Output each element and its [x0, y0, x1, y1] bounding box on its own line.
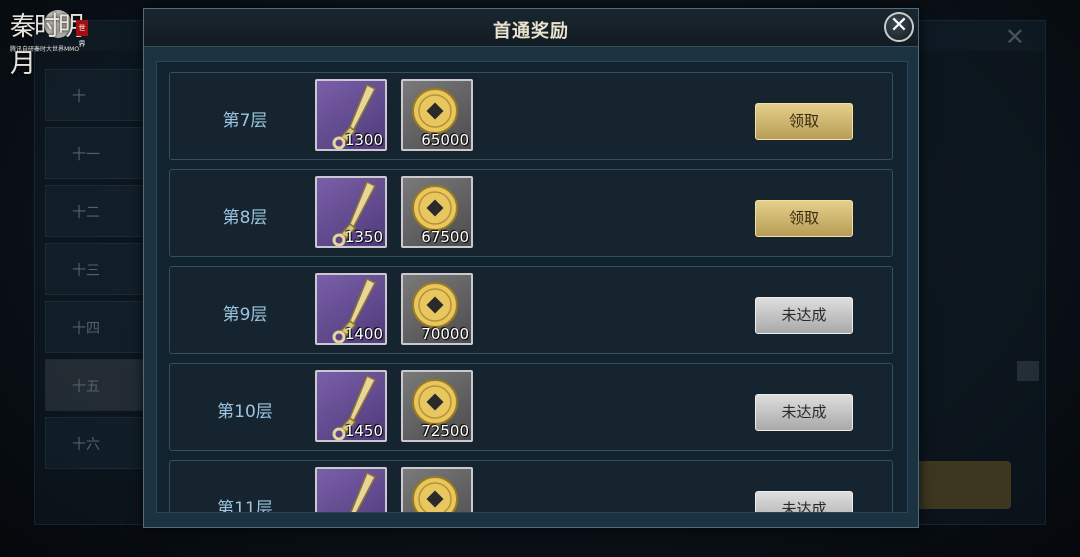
close-icon[interactable]: ✕ [884, 12, 914, 42]
reward-row: 第8层 1350 67500 领取 [169, 169, 893, 257]
item-quantity: 65000 [421, 131, 469, 149]
reward-item-knife-coin[interactable]: 1350 [315, 176, 387, 248]
item-quantity: 67500 [421, 228, 469, 246]
logo-seal: 世界 [76, 20, 88, 48]
item-quantity: 1400 [344, 325, 383, 343]
game-screen: ✕ 十 十一 十二 十三 十四 十五 十六 秦时明月 世界 腾讯自研秦时大世界M… [0, 0, 1080, 557]
floor-label: 第7层 [222, 111, 268, 131]
claim-button[interactable]: 领取 [755, 200, 853, 237]
modal-title: 首通奖励 [493, 21, 569, 42]
reward-row: 第11层 未达成 [169, 460, 893, 513]
not-reached-button[interactable]: 未达成 [755, 297, 853, 334]
item-quantity: 1450 [344, 422, 383, 440]
background-tag [1017, 361, 1039, 381]
floor-label: 第9层 [222, 305, 268, 325]
reward-list[interactable]: 第7层 1300 65000 领取 第8层 1350 67500 领取 第9层 1400 70000… [156, 61, 908, 513]
logo-title: 秦时明月 [10, 12, 84, 79]
reward-item-copper-coin[interactable]: 65000 [401, 79, 473, 151]
reward-item-knife-coin[interactable] [315, 467, 387, 512]
item-quantity: 70000 [421, 325, 469, 343]
floor-label: 第11层 [217, 499, 273, 513]
background-close-icon: ✕ [1004, 23, 1025, 51]
reward-item-knife-coin[interactable]: 1300 [315, 79, 387, 151]
not-reached-button[interactable]: 未达成 [755, 491, 853, 512]
floor-label: 第8层 [222, 208, 268, 228]
reward-row: 第10层 1450 72500 未达成 [169, 363, 893, 451]
reward-item-copper-coin[interactable] [401, 467, 473, 512]
knife-coin-icon [350, 471, 377, 512]
reward-item-knife-coin[interactable]: 1450 [315, 370, 387, 442]
reward-row: 第7层 1300 65000 领取 [169, 72, 893, 160]
logo-subtitle: 腾讯自研秦时大世界MMO [10, 46, 80, 53]
background-action-button [911, 461, 1011, 509]
not-reached-button[interactable]: 未达成 [755, 394, 853, 431]
reward-item-copper-coin[interactable]: 72500 [401, 370, 473, 442]
reward-item-copper-coin[interactable]: 70000 [401, 273, 473, 345]
reward-row: 第9层 1400 70000 未达成 [169, 266, 893, 354]
floor-label: 第10层 [217, 402, 273, 422]
item-quantity: 72500 [421, 422, 469, 440]
game-logo: 秦时明月 世界 腾讯自研秦时大世界MMO [6, 6, 88, 79]
copper-coin-icon [412, 476, 458, 512]
first-clear-reward-modal: 首通奖励 ✕ 第7层 1300 65000 领取 第8层 1350 67500 领取 第9层 14… [143, 8, 919, 528]
modal-header: 首通奖励 ✕ [144, 9, 918, 47]
item-quantity: 1300 [344, 131, 383, 149]
reward-item-copper-coin[interactable]: 67500 [401, 176, 473, 248]
reward-item-knife-coin[interactable]: 1400 [315, 273, 387, 345]
item-quantity: 1350 [344, 228, 383, 246]
claim-button[interactable]: 领取 [755, 103, 853, 140]
